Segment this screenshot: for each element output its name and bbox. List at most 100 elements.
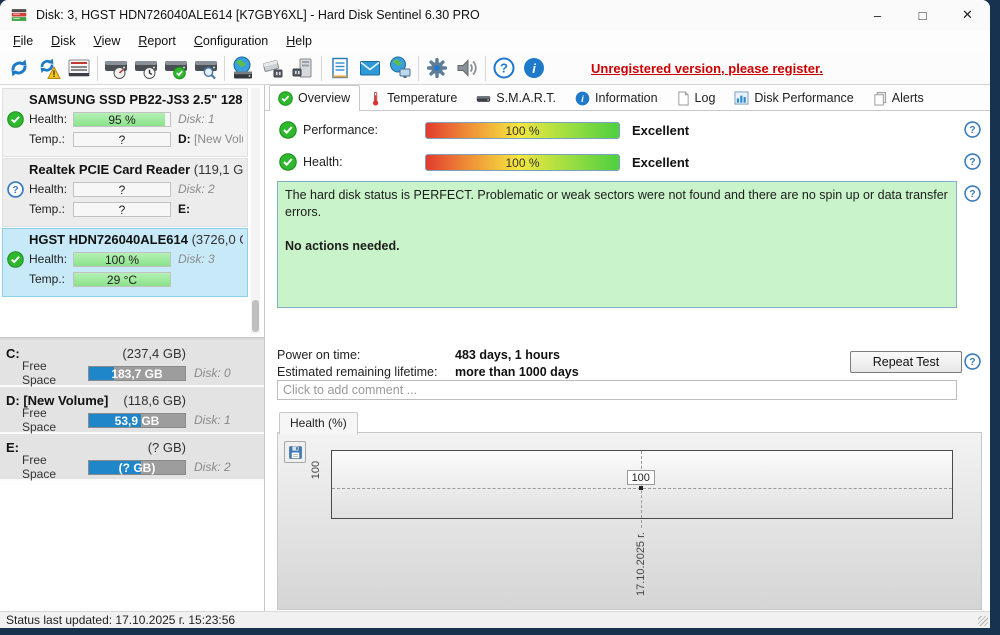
disk-accept-icon[interactable] [161,54,191,83]
mail-icon[interactable] [355,54,385,83]
disk-status-text: The hard disk status is PERFECT. Problem… [277,181,957,308]
disk-report-icon[interactable] [64,54,94,83]
chart-icon [734,91,749,105]
partition-list: C: (237,4 GB) Free Space 183,7 GB Disk: … [0,340,264,481]
disk-remove-icon[interactable] [258,54,288,83]
help-icon[interactable]: ? [964,121,981,138]
menu-report[interactable]: Report [129,32,185,50]
partition-item-d[interactable]: D: [New Volume] (118,6 GB) Free Space 53,… [0,387,264,434]
tab-alerts[interactable]: Alerts [864,86,934,110]
status-bar-text: Status last updated: 17.10.2025 г. 15:23… [6,613,236,627]
tab-bar: Overview Temperature S.M.A.R.T. i Informa… [265,85,990,111]
free-space-label: Free Space [22,406,57,434]
refresh-icon[interactable] [4,54,34,83]
svg-text:?: ? [969,189,975,200]
check-circle-icon [279,153,297,171]
network-status-icon[interactable] [385,54,415,83]
disk-item-hgst-selected[interactable]: HGST HDN726040ALE614 (3726,0 GB) Health:… [2,228,248,297]
health-meter: 100 % [73,251,171,267]
menu-file[interactable]: File [4,32,42,50]
tab-overview[interactable]: Overview [269,85,361,111]
save-icon [288,445,302,459]
save-chart-button[interactable] [284,441,306,463]
disk-clock-icon[interactable] [131,54,161,83]
repeat-test-button[interactable]: Repeat Test [850,351,962,373]
help-icon[interactable]: ? [964,185,981,202]
y-axis-tick-label: 100 [310,460,322,480]
scrollbar-thumb[interactable] [252,300,259,332]
disk-number: Disk: 1 [178,112,215,126]
status-ok-icon [7,250,29,268]
toolbar: ! ? i Unregistered version, please regis… [0,52,990,85]
menu-help[interactable]: Help [277,32,321,50]
disk-list-scrollbar[interactable] [251,88,260,334]
free-space-meter: 53,9 GB [88,412,186,428]
status-bar: Status last updated: 17.10.2025 г. 15:23… [0,611,990,628]
tab-disk-performance[interactable]: Disk Performance [725,86,863,110]
data-point-label: 100 [626,470,655,485]
register-link[interactable]: Unregistered version, please register. [591,61,823,76]
tab-information[interactable]: i Information [566,86,668,110]
title-bar: Disk: 3, HGST HDN726040ALE614 [K7GBY6XL]… [0,0,990,30]
disk-size: (3726,0 GB) [191,232,243,247]
help-icon[interactable]: ? [964,353,981,370]
remaining-lifetime-value: more than 1000 days [455,364,579,379]
menu-bar: File Disk View Report Configuration Help [0,30,990,52]
disk-number: Disk: 2 [194,460,231,474]
disk-item-samsung[interactable]: SAMSUNG SSD PB22-JS3 2.5" 128GB (1 Healt… [2,88,248,157]
info-icon: i [575,91,590,105]
svg-text:i: i [532,61,536,76]
tab-log[interactable]: Log [668,86,726,110]
partition-item-e[interactable]: E: (? GB) Free Space (? GB) Disk: 2 [0,434,264,481]
health-label: Health: [29,252,68,266]
temp-meter: ? [73,131,171,147]
tab-temperature[interactable]: Temperature [360,86,467,110]
status-message: The hard disk status is PERFECT. Problem… [285,188,948,219]
help-icon[interactable]: ? [964,153,981,170]
disk-gauge-icon[interactable] [101,54,131,83]
toolbar-separator [485,55,486,81]
disk-connect-icon[interactable] [288,54,318,83]
disk-search-icon[interactable] [191,54,221,83]
menu-disk[interactable]: Disk [42,32,84,50]
temp-label: Temp.: [29,202,66,216]
window-title: Disk: 3, HGST HDN726040ALE614 [K7GBY6XL]… [36,8,480,22]
settings-gear-icon[interactable] [422,54,452,83]
svg-text:?: ? [969,157,975,168]
partition-item-c[interactable]: C: (237,4 GB) Free Space 183,7 GB Disk: … [0,340,264,387]
disk-name: HGST HDN726040ALE614 [29,232,188,247]
chart-tab-health[interactable]: Health (%) [279,412,358,435]
network-disk-icon[interactable] [228,54,258,83]
help-icon[interactable]: ? [489,54,519,83]
disk-number: Disk: 1 [194,413,231,427]
data-point [638,486,643,490]
svg-text:?: ? [500,61,508,76]
disk-name: SAMSUNG SSD PB22-JS3 2.5" 128GB [29,92,243,107]
menu-configuration[interactable]: Configuration [185,32,277,50]
health-meter: ? [73,181,171,197]
notepad-icon[interactable] [325,54,355,83]
toolbar-separator [224,55,225,81]
app-window: Disk: 3, HGST HDN726040ALE614 [K7GBY6XL]… [0,0,990,628]
performance-label: Performance: [303,123,379,137]
svg-text:?: ? [12,185,18,196]
disk-item-realtek[interactable]: Realtek PCIE Card Reader (119,1 GB) ? He… [2,158,248,227]
temp-label: Temp.: [29,272,66,286]
resize-grip[interactable] [978,616,988,626]
tab-smart[interactable]: S.M.A.R.T. [467,86,566,110]
sound-icon[interactable] [452,54,482,83]
info-icon[interactable]: i [519,54,549,83]
menu-view[interactable]: View [84,32,129,50]
status-unknown-icon: ? [7,180,29,198]
power-on-time-label: Power on time: [277,348,361,362]
refresh-alert-icon[interactable]: ! [34,54,64,83]
status-ok-icon [7,110,29,128]
close-button[interactable]: ✕ [945,0,990,30]
maximize-button[interactable]: □ [900,0,945,30]
comment-input[interactable] [277,380,957,400]
minimize-button[interactable]: – [855,0,900,30]
health-meter: 95 % [73,111,171,127]
overview-panel: Performance: 100 % Excellent ? Health: 1… [265,111,990,611]
app-logo-icon [11,9,27,21]
free-space-label: Free Space [22,453,57,481]
